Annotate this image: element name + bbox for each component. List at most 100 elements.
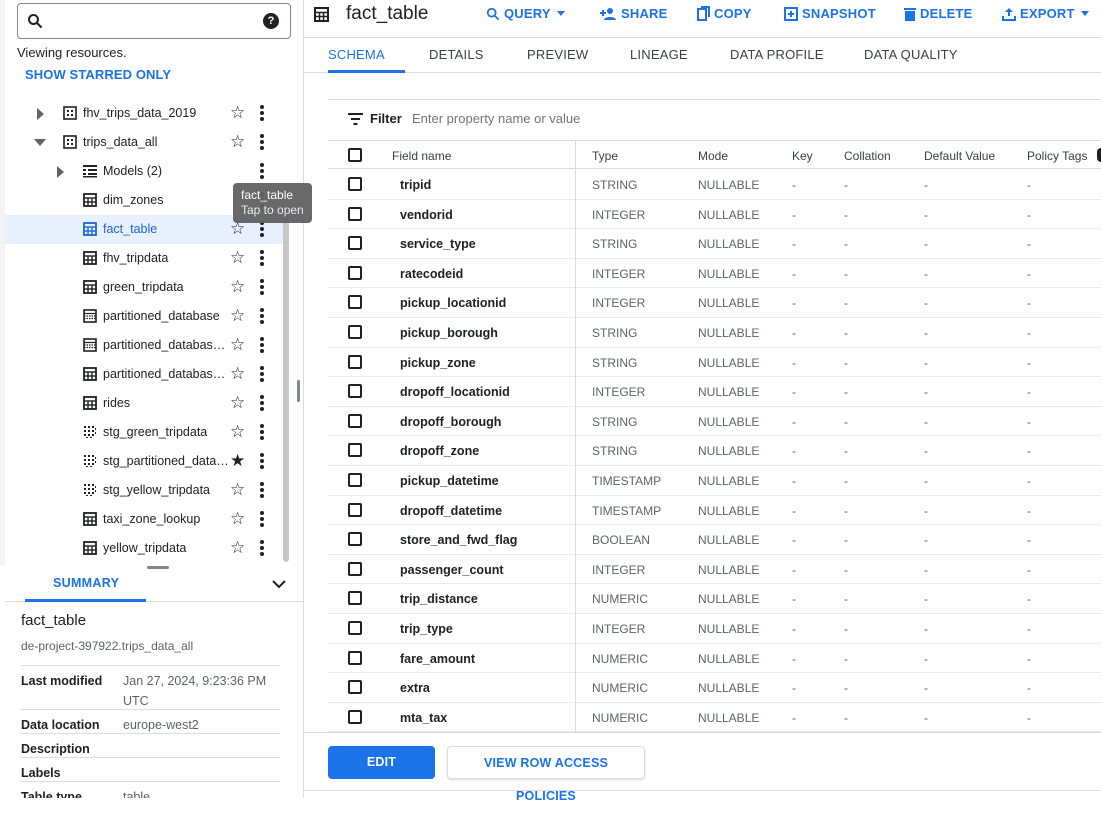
more-vert-icon[interactable] bbox=[260, 163, 264, 179]
more-vert-icon[interactable] bbox=[260, 453, 264, 469]
table-row[interactable]: pickup_zone STRING NULLABLE - - - - bbox=[328, 348, 1101, 378]
row-checkbox[interactable] bbox=[348, 621, 362, 635]
more-vert-icon[interactable] bbox=[260, 395, 264, 411]
star-outline-icon[interactable]: ☆ bbox=[230, 539, 245, 556]
more-vert-icon[interactable] bbox=[260, 540, 264, 556]
tab-data-quality[interactable]: DATA QUALITY bbox=[864, 47, 958, 62]
tree-item[interactable]: partitioned_databas… ☆ bbox=[5, 331, 287, 360]
table-row[interactable]: service_type STRING NULLABLE - - - - bbox=[328, 229, 1101, 259]
table-row[interactable]: dropoff_locationid INTEGER NULLABLE - - - - bbox=[328, 377, 1101, 407]
row-checkbox[interactable] bbox=[348, 680, 362, 695]
table-row[interactable]: dropoff_datetime TIMESTAMP NULLABLE - - - - bbox=[328, 496, 1101, 526]
star-outline-icon[interactable]: ☆ bbox=[230, 249, 245, 266]
star-outline-icon[interactable]: ☆ bbox=[230, 481, 245, 498]
tree-item[interactable]: partitioned_database ☆ bbox=[5, 302, 287, 331]
column-header[interactable]: Key bbox=[792, 149, 813, 163]
star-outline-icon[interactable]: ☆ bbox=[230, 510, 245, 527]
tab-data-profile[interactable]: DATA PROFILE bbox=[730, 47, 824, 62]
row-checkbox[interactable] bbox=[348, 354, 362, 369]
more-vert-icon[interactable] bbox=[260, 337, 264, 353]
tab-schema[interactable]: SCHEMA bbox=[328, 47, 385, 62]
tree-item[interactable]: partitioned_databas… ☆ bbox=[5, 360, 287, 389]
export-button[interactable]: EXPORT bbox=[1002, 6, 1089, 21]
tree-item[interactable]: stg_partitioned_data… ★ bbox=[5, 447, 287, 476]
star-outline-icon[interactable]: ☆ bbox=[230, 307, 245, 324]
table-row[interactable]: dropoff_borough STRING NULLABLE - - - - bbox=[328, 407, 1101, 437]
star-outline-icon[interactable]: ☆ bbox=[230, 336, 245, 353]
more-vert-icon[interactable] bbox=[260, 511, 264, 527]
column-header[interactable]: Collation bbox=[844, 149, 891, 163]
star-outline-icon[interactable]: ☆ bbox=[230, 133, 245, 150]
tree-item[interactable]: fhv_trips_data_2019 ☆ bbox=[5, 99, 287, 128]
tab-details[interactable]: DETAILS bbox=[429, 47, 484, 62]
star-outline-icon[interactable]: ☆ bbox=[230, 394, 245, 411]
more-vert-icon[interactable] bbox=[260, 366, 264, 382]
copy-button[interactable]: COPY bbox=[697, 6, 752, 21]
row-checkbox[interactable] bbox=[348, 236, 362, 251]
filter-input[interactable] bbox=[412, 111, 712, 126]
expand-arrow-icon[interactable] bbox=[57, 166, 64, 178]
table-row[interactable]: trip_type INTEGER NULLABLE - - - - bbox=[328, 614, 1101, 644]
row-checkbox[interactable] bbox=[348, 561, 362, 576]
more-vert-icon[interactable] bbox=[260, 279, 264, 295]
table-row[interactable]: pickup_borough STRING NULLABLE - - - - bbox=[328, 318, 1101, 348]
row-checkbox[interactable] bbox=[348, 413, 362, 428]
search-input[interactable]: ? bbox=[17, 3, 291, 39]
row-checkbox[interactable] bbox=[348, 443, 362, 458]
show-starred-only-link[interactable]: SHOW STARRED ONLY bbox=[25, 67, 171, 82]
star-filled-icon[interactable]: ★ bbox=[230, 452, 245, 469]
query-button[interactable]: QUERY bbox=[486, 6, 565, 21]
star-outline-icon[interactable]: ☆ bbox=[230, 104, 245, 121]
tree-item[interactable]: stg_yellow_tripdata ☆ bbox=[5, 476, 287, 505]
help-icon[interactable]: ? bbox=[263, 13, 279, 29]
more-vert-icon[interactable] bbox=[260, 482, 264, 498]
column-header[interactable]: Mode bbox=[698, 149, 728, 163]
row-checkbox[interactable] bbox=[348, 177, 362, 191]
tree-item[interactable]: yellow_tripdata ☆ bbox=[5, 534, 287, 563]
table-row[interactable]: trip_distance NUMERIC NULLABLE - - - - bbox=[328, 584, 1101, 614]
view-row-access-policies-button[interactable]: VIEW ROW ACCESS POLICIES bbox=[447, 746, 645, 803]
table-row[interactable]: tripid STRING NULLABLE - - - - bbox=[328, 170, 1101, 200]
tree-item[interactable]: Models (2) bbox=[5, 157, 287, 186]
table-row[interactable]: mta_tax NUMERIC NULLABLE - - - - bbox=[328, 703, 1101, 732]
table-row[interactable]: fare_amount NUMERIC NULLABLE - - - - bbox=[328, 644, 1101, 674]
tab-summary[interactable]: SUMMARY bbox=[53, 576, 119, 590]
expand-arrow-icon[interactable] bbox=[37, 108, 44, 120]
snapshot-button[interactable]: SNAPSHOT bbox=[784, 6, 876, 21]
tree-item[interactable]: fhv_tripdata ☆ bbox=[5, 244, 287, 273]
panel-splitter-handle[interactable] bbox=[147, 566, 169, 569]
table-row[interactable]: passenger_count INTEGER NULLABLE - - - - bbox=[328, 555, 1101, 585]
tree-item[interactable]: stg_green_tripdata ☆ bbox=[5, 418, 287, 447]
column-header[interactable]: Default Value bbox=[924, 149, 995, 163]
chevron-down-icon[interactable] bbox=[272, 579, 286, 589]
row-checkbox[interactable] bbox=[348, 650, 362, 665]
star-outline-icon[interactable]: ☆ bbox=[230, 365, 245, 382]
more-vert-icon[interactable] bbox=[260, 424, 264, 440]
scroll-indicator[interactable] bbox=[1097, 148, 1101, 162]
row-checkbox[interactable] bbox=[348, 295, 362, 310]
column-header[interactable]: Policy Tags bbox=[1027, 149, 1087, 163]
row-checkbox[interactable] bbox=[348, 325, 362, 339]
column-header[interactable]: Type bbox=[592, 149, 618, 163]
delete-button[interactable]: DELETE bbox=[904, 6, 972, 21]
row-checkbox[interactable] bbox=[348, 384, 362, 399]
row-checkbox[interactable] bbox=[348, 502, 362, 517]
row-checkbox[interactable] bbox=[348, 532, 362, 547]
row-checkbox[interactable] bbox=[348, 473, 362, 487]
tab-lineage[interactable]: LINEAGE bbox=[630, 47, 688, 62]
table-row[interactable]: extra NUMERIC NULLABLE - - - - bbox=[328, 673, 1101, 703]
star-outline-icon[interactable]: ☆ bbox=[230, 278, 245, 295]
table-row[interactable]: pickup_locationid INTEGER NULLABLE - - - - bbox=[328, 288, 1101, 318]
table-row[interactable]: dropoff_zone STRING NULLABLE - - - - bbox=[328, 436, 1101, 466]
row-checkbox[interactable] bbox=[348, 265, 362, 280]
star-outline-icon[interactable]: ☆ bbox=[230, 423, 245, 440]
table-row[interactable]: ratecodeid INTEGER NULLABLE - - - - bbox=[328, 259, 1101, 289]
row-checkbox[interactable] bbox=[348, 591, 362, 606]
tab-preview[interactable]: PREVIEW bbox=[527, 47, 588, 62]
tree-item[interactable]: trips_data_all ☆ bbox=[5, 128, 287, 157]
row-checkbox[interactable] bbox=[348, 709, 362, 724]
table-row[interactable]: pickup_datetime TIMESTAMP NULLABLE - - - - bbox=[328, 466, 1101, 496]
panel-resize-handle[interactable] bbox=[297, 380, 300, 402]
tree-item[interactable]: green_tripdata ☆ bbox=[5, 273, 287, 302]
share-button[interactable]: SHARE bbox=[600, 6, 668, 21]
